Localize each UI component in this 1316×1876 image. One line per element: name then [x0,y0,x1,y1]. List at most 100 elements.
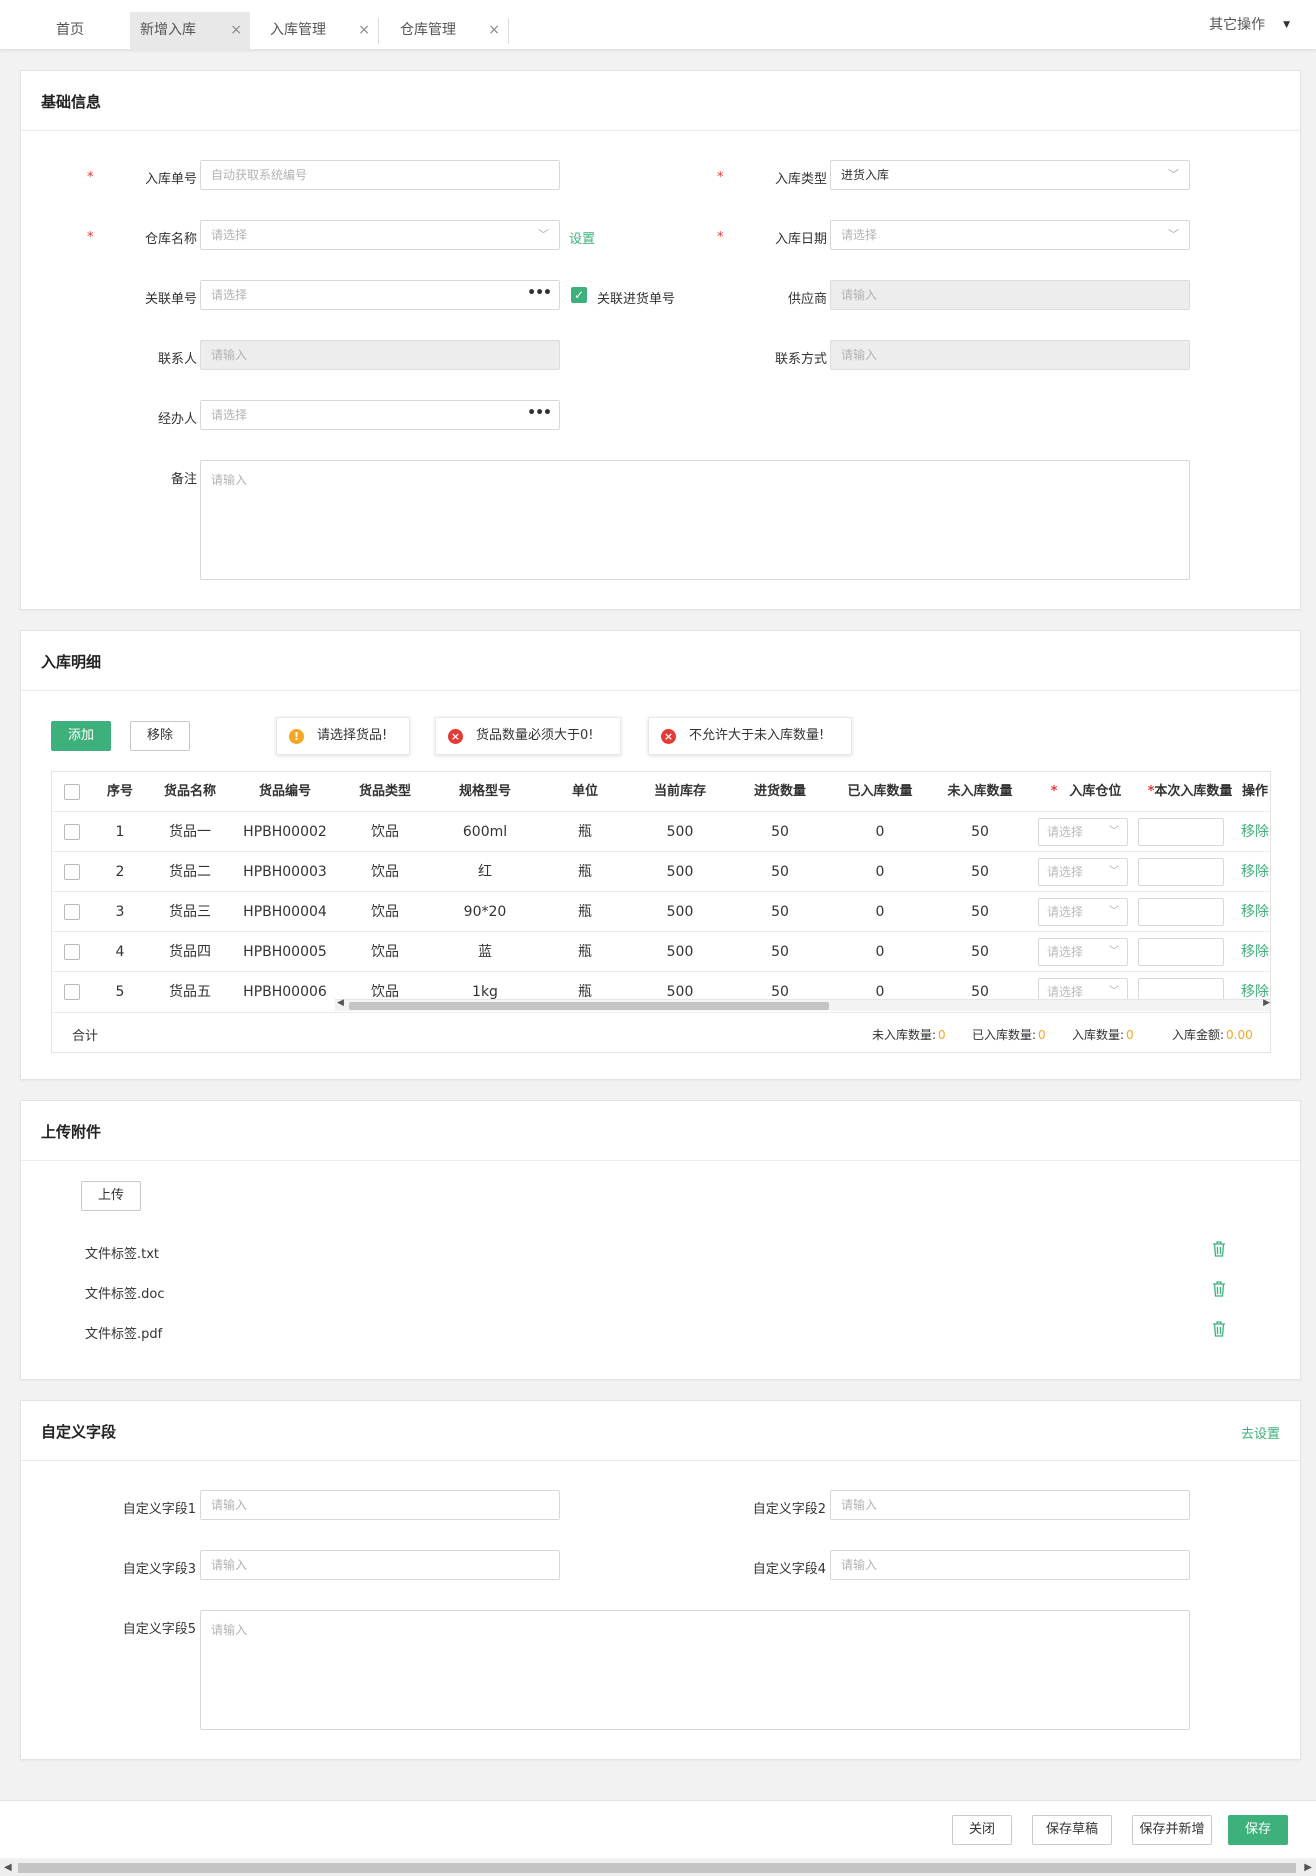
tab-new-inbound[interactable]: 新增入库 × [130,12,250,50]
alert-text: 请选择货品! [317,728,388,743]
custom-field-4-input[interactable]: 请输入 [830,1550,1190,1580]
remark-textarea[interactable]: 请输入 [200,460,1190,580]
inbound-type-select[interactable]: 进货入库 ﹀ [830,160,1190,190]
column-header: 单位 [571,784,598,799]
panel-header: 入库明细 [21,631,1300,691]
qty-input[interactable] [1138,818,1224,846]
more-icon[interactable]: ••• [527,399,552,427]
sum-value: 0.00 [1226,1028,1253,1042]
column-header: 规格型号 [458,784,511,799]
go-settings-link[interactable]: 去设置 [1241,1423,1280,1442]
placeholder: 请选择 [211,288,248,302]
attachment-file[interactable]: 文件标签.pdf [85,1323,162,1342]
close-button[interactable]: 关闭 [952,1815,1012,1845]
select-all-checkbox[interactable] [64,784,80,800]
column-header: 货品类型 [358,784,411,799]
tab-home[interactable]: 首页 [56,12,116,50]
row-remove-link[interactable]: 移除 [1238,852,1270,892]
warehouse-settings-link[interactable]: 设置 [569,228,595,247]
save-draft-button[interactable]: 保存草稿 [1032,1815,1112,1845]
delete-icon[interactable] [1212,1241,1226,1257]
related-no-picker[interactable]: 请选择 ••• [200,280,560,310]
row-remove-link[interactable]: 移除 [1238,892,1270,932]
close-icon[interactable]: × [488,12,500,48]
custom-field-1-label: 自定义字段1 [122,1502,196,1517]
close-icon[interactable]: × [358,12,370,48]
column-header: 货品编号 [258,784,311,799]
cell-no: 4 [115,944,125,960]
sum-not-in: 未入库数量: 0 [872,1026,946,1043]
row-checkbox[interactable] [64,824,80,840]
cell-purchase: 50 [771,944,789,960]
sum-value: 0 [1126,1028,1134,1042]
cell-no: 2 [115,864,125,880]
tab-label: 首页 [56,22,84,38]
cell-type: 饮品 [371,904,399,920]
add-button[interactable]: 添加 [51,721,111,751]
scroll-left-arrow-icon[interactable]: ◀ [4,1862,12,1873]
caret-down-icon: ▼ [1283,20,1290,30]
tab-inbound-manage[interactable]: 入库管理 × [262,12,378,50]
cell-in: 0 [875,944,885,960]
save-button[interactable]: 保存 [1228,1815,1288,1845]
close-icon[interactable]: × [230,12,242,48]
other-operations-menu[interactable]: 其它操作 ▼ [1209,14,1290,34]
chevron-down-icon: ﹀ [538,228,549,241]
tab-warehouse-manage[interactable]: 仓库管理 × [392,12,508,50]
panel-title: 上传附件 [41,1123,102,1141]
row-checkbox[interactable] [64,904,80,920]
scroll-right-arrow-icon[interactable]: ▶ [1304,1862,1312,1873]
cell-code: HPBH00005 [243,944,327,960]
cell-not-in: 50 [971,904,989,920]
tab-bar: 首页 新增入库 × 入库管理 × 仓库管理 × 其它操作 ▼ [0,0,1316,50]
scroll-left-arrow-icon[interactable]: ◀ [337,998,344,1008]
column-header: 当前库存 [653,784,706,799]
qty-input[interactable] [1138,858,1224,886]
warehouse-select[interactable]: 请选择 ﹀ [200,220,560,250]
table-horizontal-scrollbar[interactable]: ◀ ▶ [335,998,1270,1011]
cell-not-in: 50 [971,864,989,880]
contact-phone-label: 联系方式 [774,352,827,367]
panel-title: 入库明细 [41,653,102,671]
attachments-panel: 上传附件 上传 文件标签.txt 文件标签.doc 文件标签.pdf [20,1100,1301,1380]
cell-unit: 瓶 [578,904,592,920]
cell-unit: 瓶 [578,864,592,880]
more-icon[interactable]: ••• [527,279,552,307]
location-select[interactable]: 请选择 ﹀ [1038,898,1128,926]
page-horizontal-scrollbar[interactable]: ◀ ▶ [0,1860,1316,1876]
row-checkbox[interactable] [64,944,80,960]
column-header: 序号 [106,784,133,799]
handler-picker[interactable]: 请选择 ••• [200,400,560,430]
custom-field-1-input[interactable]: 请输入 [200,1490,560,1520]
required-mark: * [717,230,724,245]
delete-icon[interactable] [1212,1281,1226,1297]
related-purchase-checkbox[interactable]: ✓ [571,287,587,303]
scroll-right-arrow-icon[interactable]: ▶ [1263,998,1270,1008]
save-and-new-button[interactable]: 保存并新增 [1132,1815,1212,1845]
inbound-date-picker[interactable]: 请选择 ﹀ [830,220,1190,250]
remove-button[interactable]: 移除 [130,721,190,751]
row-remove-link[interactable]: 移除 [1238,812,1270,852]
row-remove-link[interactable]: 移除 [1238,932,1270,972]
upload-button[interactable]: 上传 [81,1181,141,1211]
custom-field-3-input[interactable]: 请输入 [200,1550,560,1580]
handler-label: 经办人 [157,412,197,427]
cell-name: 货品一 [169,824,211,840]
sum-label: 未入库数量: [872,1028,937,1042]
row-checkbox[interactable] [64,984,80,1000]
inbound-no-input[interactable]: 自动获取系统编号 [200,160,560,190]
qty-input[interactable] [1138,898,1224,926]
location-select[interactable]: 请选择 ﹀ [1038,858,1128,886]
attachment-file[interactable]: 文件标签.doc [85,1283,165,1302]
scrollbar-thumb[interactable] [18,1863,1296,1873]
attachment-file[interactable]: 文件标签.txt [85,1243,159,1262]
scrollbar-thumb[interactable] [349,1002,829,1010]
row-checkbox[interactable] [64,864,80,880]
delete-icon[interactable] [1212,1321,1226,1337]
custom-field-5-textarea[interactable]: 请输入 [200,1610,1190,1730]
location-select[interactable]: 请选择 ﹀ [1038,938,1128,966]
location-select[interactable]: 请选择 ﹀ [1038,818,1128,846]
qty-input[interactable] [1138,938,1224,966]
custom-field-2-input[interactable]: 请输入 [830,1490,1190,1520]
custom-field-2-label: 自定义字段2 [752,1502,826,1517]
